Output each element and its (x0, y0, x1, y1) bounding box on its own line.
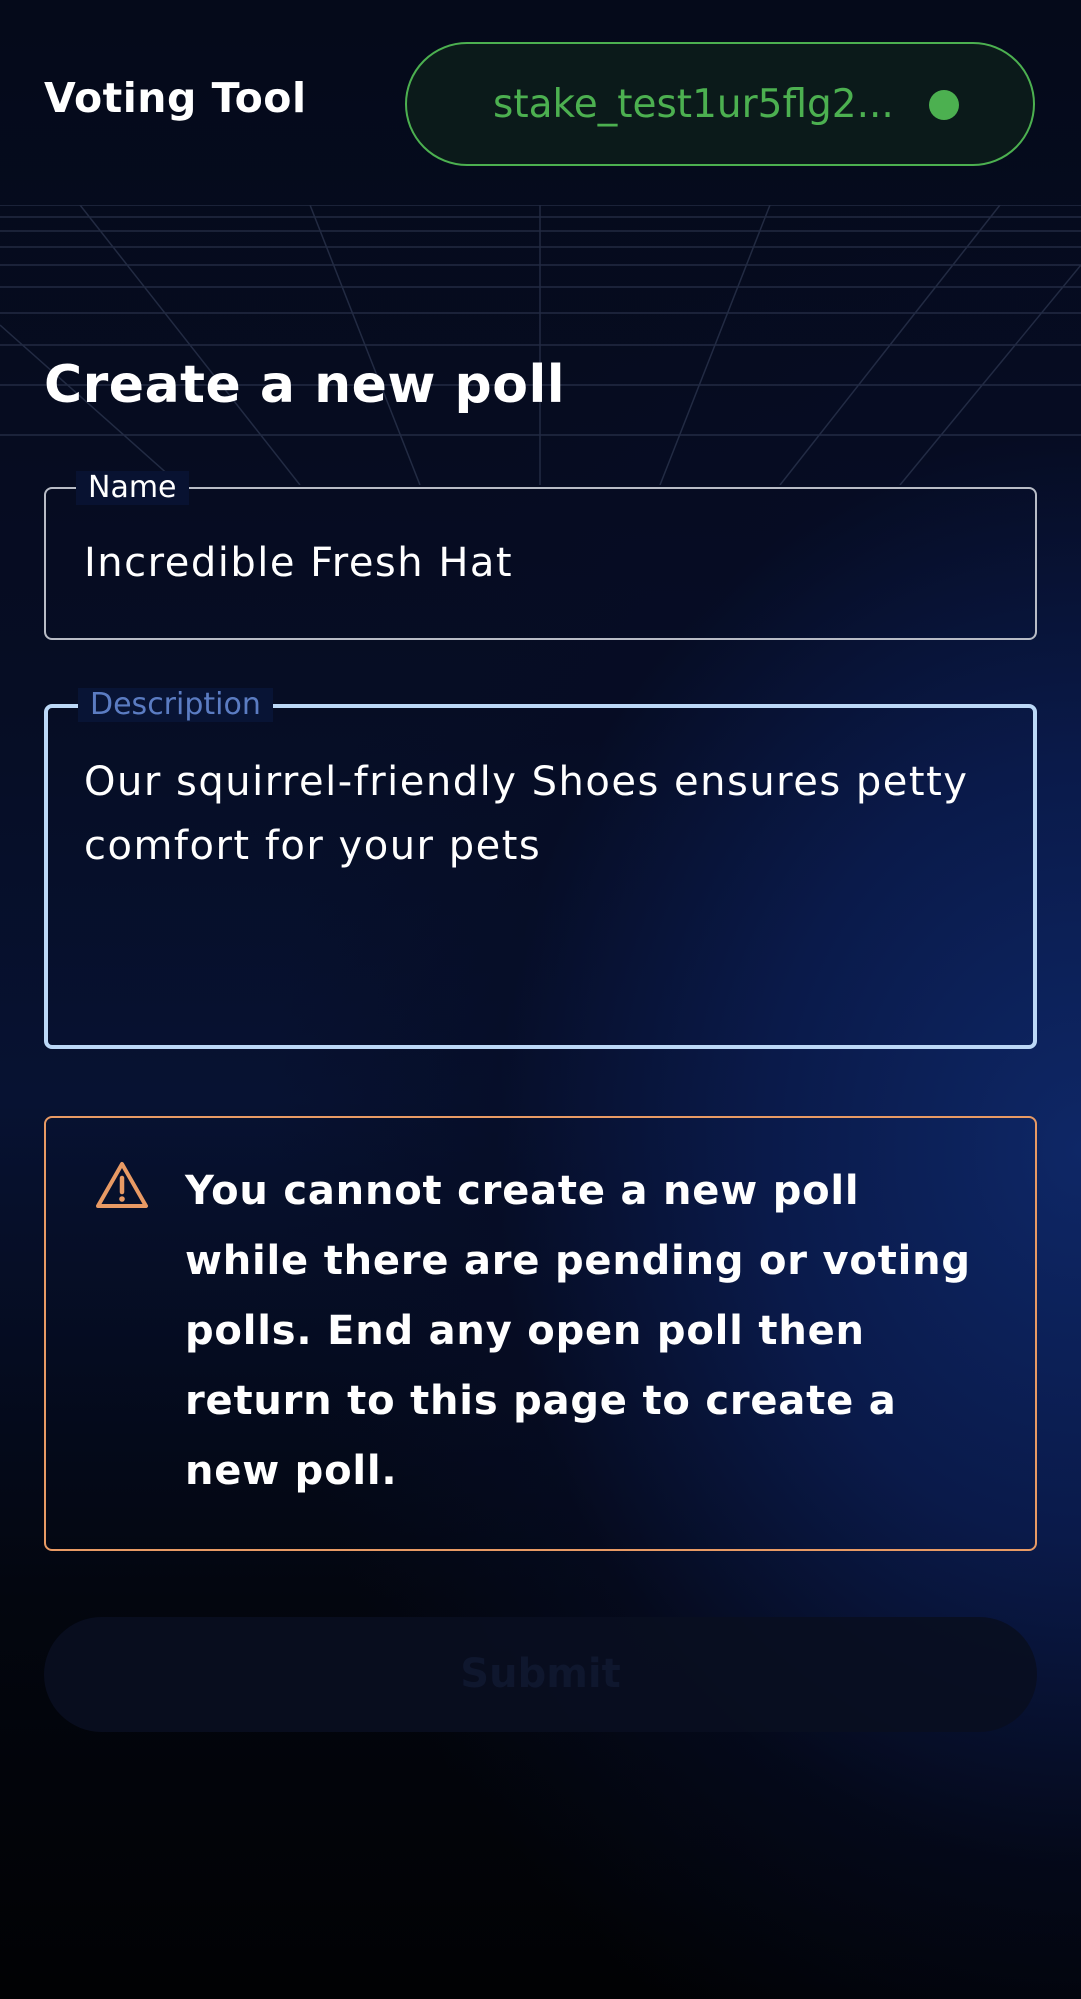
name-field-label: Name (76, 471, 189, 505)
description-textarea[interactable]: Our squirrel-friendly Shoes ensures pett… (84, 750, 1004, 878)
description-field[interactable]: Description Our squirrel-friendly Shoes … (44, 688, 1037, 1049)
pending-polls-warning: You cannot create a new poll while there… (44, 1116, 1037, 1551)
wallet-address: stake_test1ur5flg2... (493, 82, 894, 127)
page-title: Create a new poll (44, 355, 566, 415)
submit-button-label: Submit (460, 1651, 621, 1697)
warning-message: You cannot create a new poll while there… (185, 1168, 971, 1494)
warning-triangle-icon (96, 1162, 148, 1208)
background-grid (0, 205, 1081, 485)
name-input[interactable]: Incredible Fresh Hat (84, 531, 513, 595)
app-title: Voting Tool (44, 74, 307, 122)
submit-button[interactable]: Submit (44, 1617, 1037, 1732)
name-field[interactable]: Name Incredible Fresh Hat (44, 471, 1037, 640)
description-field-label: Description (78, 688, 273, 722)
wallet-connect-button[interactable]: stake_test1ur5flg2... (405, 42, 1035, 166)
top-bar: Voting Tool stake_test1ur5flg2... (0, 0, 1081, 205)
connected-status-dot-icon (929, 90, 959, 120)
